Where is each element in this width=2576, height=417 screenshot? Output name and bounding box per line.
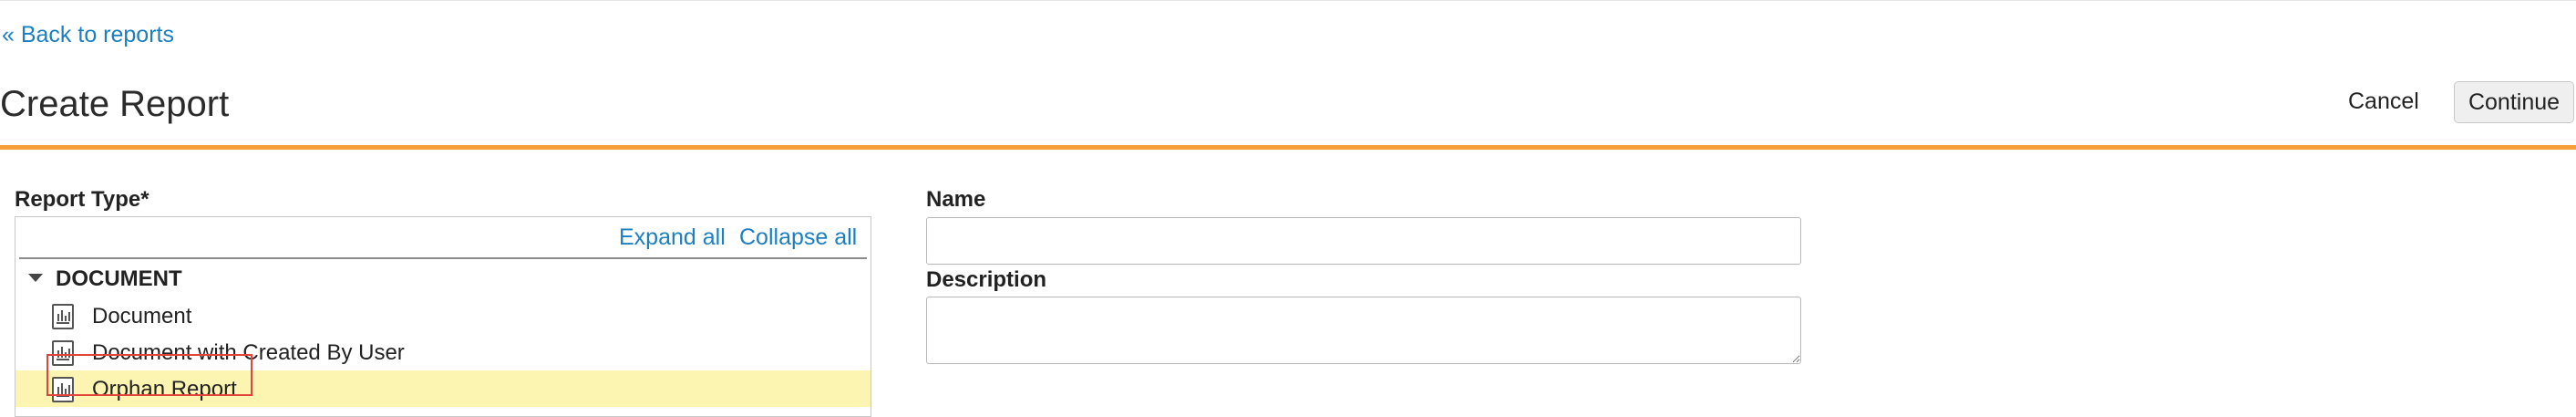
tree-item-orphan-report[interactable]: Orphan Report [15, 370, 871, 407]
tree-item-document-with-created-by-user[interactable]: Document with Created By User [15, 334, 871, 370]
report-type-tree: Expand all Collapse all DOCUMENT Documen… [15, 216, 871, 417]
tree-toolbar: Expand all Collapse all [15, 217, 871, 257]
back-to-reports-link[interactable]: « Back to reports [2, 22, 174, 48]
name-label: Name [926, 187, 986, 212]
tree-item-label: Orphan Report [92, 377, 237, 401]
top-divider [0, 0, 2576, 1]
page-title: Create Report [0, 84, 230, 124]
description-textarea[interactable] [926, 297, 1801, 364]
expand-all-link[interactable]: Expand all [619, 224, 726, 251]
report-icon [52, 377, 74, 402]
collapse-all-link[interactable]: Collapse all [739, 224, 857, 251]
report-icon [52, 340, 74, 366]
cancel-button[interactable]: Cancel [2348, 89, 2419, 115]
tree-item-label: Document with Created By User [92, 340, 405, 365]
tree-group-document[interactable]: DOCUMENT [15, 261, 871, 296]
tree-item-label: Document [92, 304, 192, 328]
continue-button[interactable]: Continue [2454, 81, 2574, 123]
report-type-label: Report Type* [15, 187, 149, 212]
caret-down-icon[interactable] [28, 274, 43, 282]
tree-item-document[interactable]: Document [15, 297, 871, 334]
tree-divider [19, 257, 867, 259]
description-label: Description [926, 267, 1047, 292]
report-icon [52, 304, 74, 329]
header-divider [0, 145, 2576, 150]
name-input[interactable] [926, 217, 1801, 265]
tree-group-label: DOCUMENT [56, 266, 182, 291]
